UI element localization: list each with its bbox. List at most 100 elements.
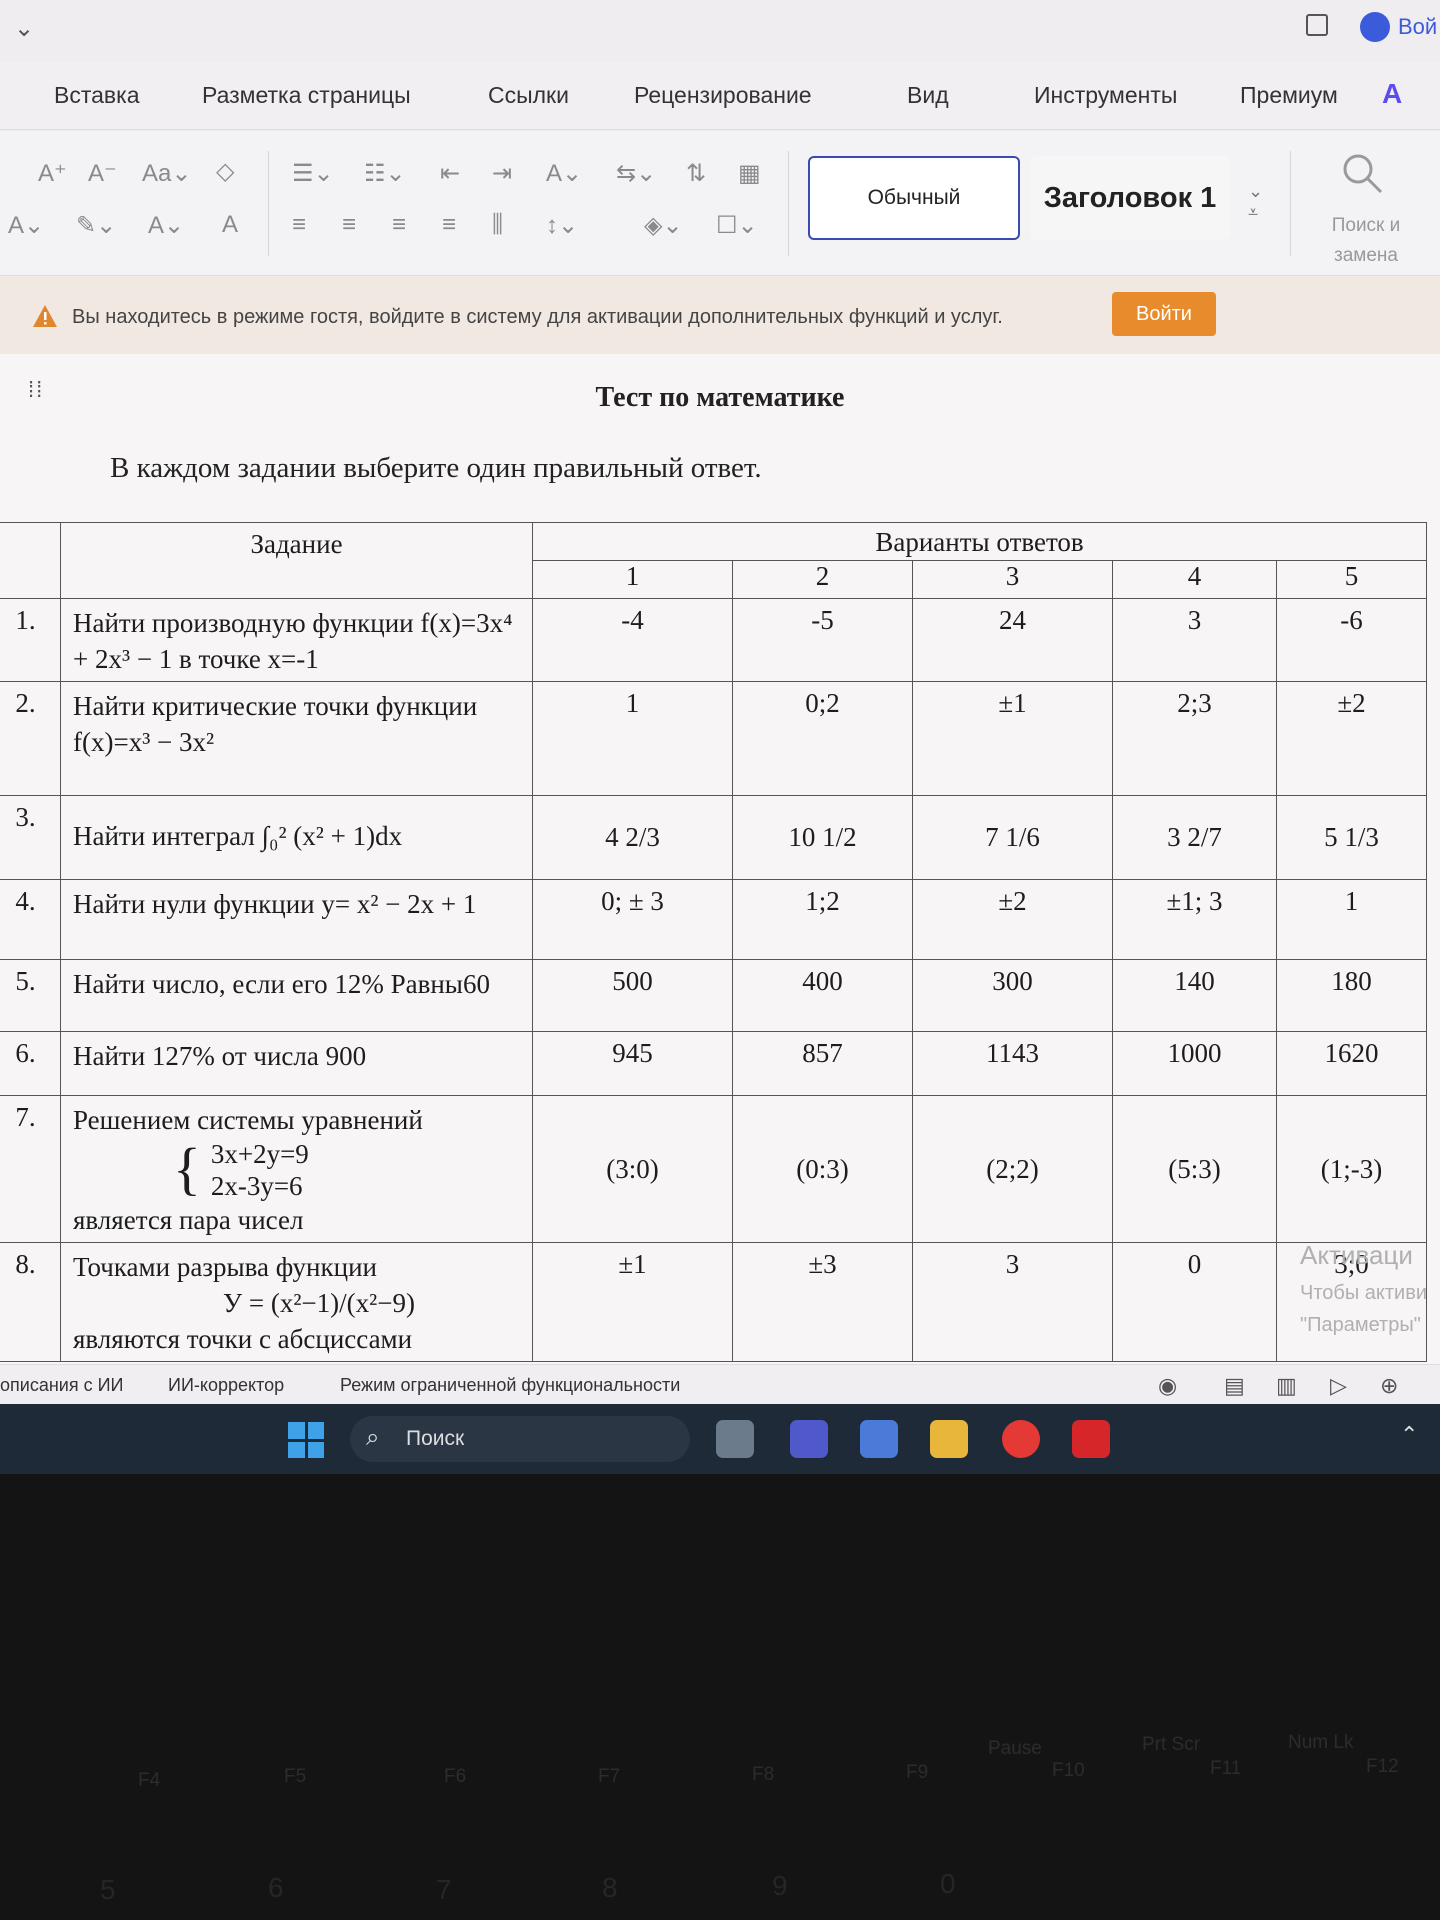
clear-format-icon[interactable]: ◇ [216,157,234,186]
ai-icon[interactable]: A [1382,78,1402,110]
line-spacing-icon[interactable]: ↕⌄ [546,211,578,240]
activation-watermark-line: "Параметры" [1300,1314,1421,1336]
task-number: 1. [0,598,61,682]
sort-icon[interactable]: ⇅ [686,159,706,188]
answer-cell: -4 [532,598,733,682]
title-bar: ⌄ Вой [0,0,1440,62]
answer-cell: ±1; 3 [1112,879,1277,960]
highlight-icon[interactable]: ✎⌄ [76,211,116,240]
page-view-icon[interactable]: ▤ [1224,1373,1245,1399]
answer-cell: ±1 [532,1242,733,1362]
user-avatar-icon[interactable] [1360,12,1390,42]
answer-cell: 1;2 [732,879,913,960]
store-icon[interactable] [860,1420,898,1458]
variant-number: 3 [912,560,1113,599]
paragraph-direction-icon[interactable]: ⇆⌄ [616,159,656,188]
show-marks-icon[interactable]: ▦ [738,159,761,188]
ai-corrector-status[interactable]: ИИ-корректор [168,1375,284,1396]
table-row: 1. Найти производную функции f(x)=3x⁴ + … [0,598,1427,682]
equation-system: { 3x+2y=9 2x-3y=6 [173,1138,522,1202]
answer-cell: 3 [1112,598,1277,682]
char-shading-icon[interactable]: A [222,211,238,239]
folder-icon[interactable] [930,1420,968,1458]
answer-cell: 945 [532,1031,733,1096]
wps-office-icon[interactable] [1072,1420,1110,1458]
ribbon-divider [1290,151,1291,256]
key-label: Num Lk [1288,1732,1354,1753]
answer-cell: 857 [732,1031,913,1096]
text-direction-icon[interactable]: A⌄ [546,159,582,188]
guest-banner-text: Вы находитесь в режиме гостя, войдите в … [72,306,1003,328]
menu-premium[interactable]: Премиум [1240,82,1338,109]
web-layout-icon[interactable]: ▥ [1276,1373,1297,1399]
table-row: 6. Найти 127% от числа 900 945 857 1143 … [0,1031,1427,1096]
answer-cell: 7 1/6 [912,795,1113,880]
task-number: 5. [0,959,61,1032]
answer-cell: 1000 [1112,1031,1277,1096]
header-num [0,522,61,599]
align-left-icon[interactable]: ≡ [292,211,306,239]
decrease-indent-icon[interactable]: ⇤ [440,159,460,188]
menu-insert[interactable]: Вставка [54,82,140,109]
font-shrink-icon[interactable]: A⁻ [88,159,117,188]
chevron-down-icon[interactable]: ⌄ [14,14,34,43]
bullet-list-icon[interactable]: ☰⌄ [292,159,334,188]
key-label: F8 [752,1764,775,1785]
find-replace-button[interactable]: Поиск и замена [1318,211,1414,271]
play-icon[interactable]: ▷ [1330,1373,1347,1399]
style-heading1-button[interactable]: Заголовок 1 [1030,156,1230,240]
eye-icon[interactable]: ◉ [1158,1373,1177,1399]
borders-icon[interactable]: ☐⌄ [716,211,758,240]
windows-start-icon[interactable] [288,1422,324,1458]
login-button[interactable]: Войти [1112,292,1216,336]
font-color-icon[interactable]: A⌄ [148,211,184,240]
table-row: 4. Найти нули функции y= x² − 2x + 1 0; … [0,879,1427,960]
answer-cell: 500 [532,959,733,1032]
answer-cell: -6 [1276,598,1427,682]
menu-page-layout[interactable]: Разметка страницы [202,82,411,109]
ai-description-status[interactable]: описания с ИИ [0,1375,123,1396]
key-label: Pause [988,1738,1042,1759]
limited-mode-status: Режим ограниченной функциональности [340,1375,681,1395]
numbered-list-icon[interactable]: ☷⌄ [364,159,406,188]
align-center-icon[interactable]: ≡ [342,211,356,239]
taskbar-search[interactable]: ⌕ Поиск [350,1416,690,1462]
teams-icon[interactable] [790,1420,828,1458]
key-label: F12 [1366,1756,1399,1777]
justify-icon[interactable]: ≡ [442,211,456,239]
answer-cell: (5:3) [1112,1095,1277,1243]
task-number: 3. [0,795,61,880]
document-instruction: В каждом задании выберите один правильны… [110,452,762,484]
text-effect-icon[interactable]: A⌄ [8,211,44,240]
distribute-icon[interactable]: ⫼ [492,211,503,239]
activation-watermark-line: Чтобы активи [1300,1282,1428,1304]
answer-cell: ±1 [912,681,1113,796]
login-link[interactable]: Вой [1398,14,1437,40]
globe-icon[interactable]: ⊕ [1380,1373,1398,1399]
align-right-icon[interactable]: ≡ [392,211,406,239]
styles-more-icon[interactable]: ⌄ ⩡ [1248,181,1263,223]
menu-review[interactable]: Рецензирование [634,82,812,109]
menu-view[interactable]: Вид [907,82,949,109]
guest-banner: Вы находитесь в режиме гостя, войдите в … [0,276,1440,354]
change-case-icon[interactable]: Aa⌄ [142,159,191,188]
shading-icon[interactable]: ◈⌄ [644,211,683,240]
restore-window-icon[interactable] [1306,14,1328,36]
menu-references[interactable]: Ссылки [488,82,569,109]
task-view-icon[interactable] [716,1420,754,1458]
search-icon[interactable] [1340,151,1384,195]
yandex-browser-icon[interactable] [1002,1420,1040,1458]
table-row: 2. Найти критические точки функции f(x)=… [0,681,1427,796]
task-intro: Точками разрыва функции [73,1252,377,1282]
task-number: 7. [0,1095,61,1243]
increase-indent-icon[interactable]: ⇥ [492,159,512,188]
task-number: 8. [0,1242,61,1362]
menu-tools[interactable]: Инструменты [1034,82,1177,109]
ribbon-divider [788,151,789,256]
font-grow-icon[interactable]: A⁺ [38,159,67,188]
answer-cell: 0; ± 3 [532,879,733,960]
header-task: Задание [60,522,533,599]
style-normal-button[interactable]: Обычный [808,156,1020,240]
chevron-up-icon[interactable]: ⌃ [1400,1422,1418,1448]
answer-cell: (3:0) [532,1095,733,1243]
